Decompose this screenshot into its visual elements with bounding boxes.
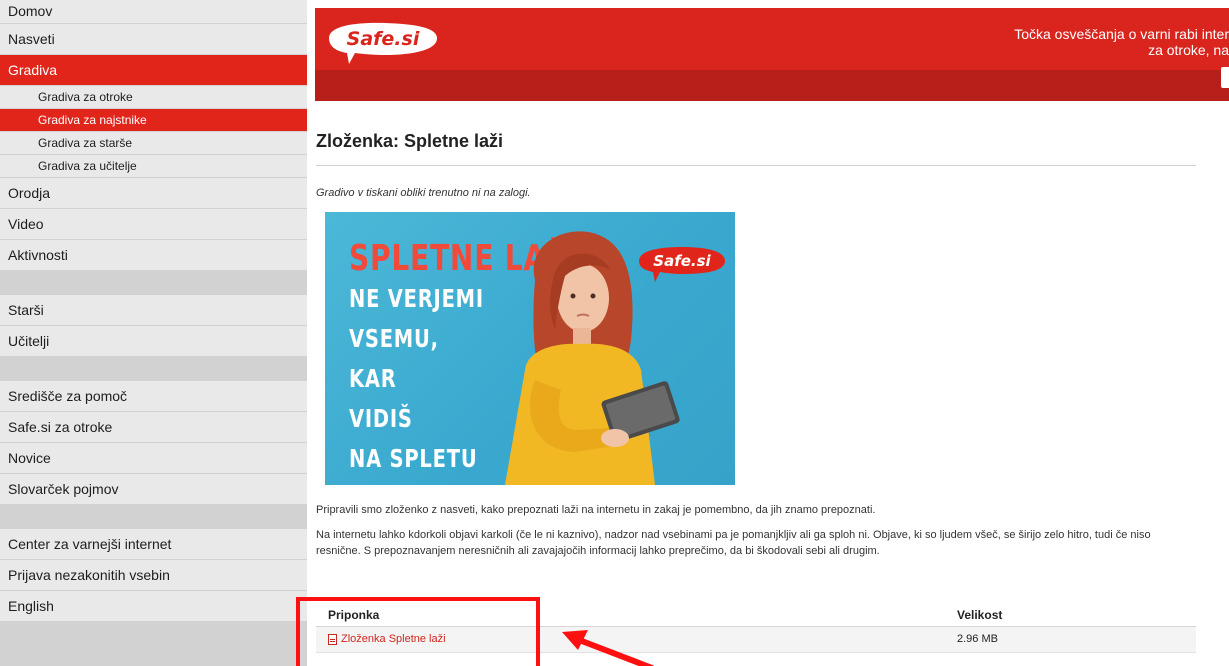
site-header: Safe.si Točka osveščanja o varni rabi in… xyxy=(315,8,1229,101)
sidebar-item-prijava-nezakonitih-vsebin[interactable]: Prijava nezakonitih vsebin xyxy=(0,560,307,591)
sidebar-item-safe-si-za-otroke[interactable]: Safe.si za otroke xyxy=(0,412,307,443)
tagline-line-2: za otroke, na xyxy=(1148,42,1229,58)
sidebar-item-slovarcek-pojmov[interactable]: Slovarček pojmov xyxy=(0,474,307,505)
sidebar-subitem-gradiva-za-otroke[interactable]: Gradiva za otroke xyxy=(0,86,307,109)
promo-image: SPLETNE LAŽI NE VERJEMI VSEMU, KAR VIDIŠ… xyxy=(325,212,735,485)
body-paragraph: Na internetu lahko kdorkoli objavi karko… xyxy=(316,529,1151,557)
tagline-line-1: Točka osveščanja o varni rabi inter xyxy=(1014,26,1229,42)
sidebar-item-gradiva[interactable]: Gradiva xyxy=(0,55,307,86)
logo-text: Safe.si xyxy=(347,28,420,50)
sidebar-item-nasveti[interactable]: Nasveti xyxy=(0,24,307,55)
sidebar-item-ucitelji[interactable]: Učitelji xyxy=(0,326,307,357)
highlight-box-annotation xyxy=(296,597,540,666)
sidebar-item-center-za-varnejsi-internet[interactable]: Center za varnejši internet xyxy=(0,529,307,560)
sidebar-item-english[interactable]: English xyxy=(0,591,307,622)
sidebar-subitem-gradiva-za-starse[interactable]: Gradiva za starše xyxy=(0,132,307,155)
title-divider xyxy=(316,165,1196,166)
stock-note: Gradivo v tiskani obliki trenutno ni na … xyxy=(316,187,531,199)
header-toolbar xyxy=(315,70,1229,101)
sidebar-nav: Domov Nasveti Gradiva Gradiva za otroke … xyxy=(0,0,307,666)
sidebar-separator xyxy=(0,357,307,381)
promo-line: VIDIŠ xyxy=(349,404,413,433)
sidebar-item-sredisce-za-pomoc[interactable]: Središče za pomoč xyxy=(0,381,307,412)
sidebar-item-starsi[interactable]: Starši xyxy=(0,295,307,326)
promo-line: NA SPLETU xyxy=(349,444,478,473)
header-tagline: Točka osveščanja o varni rabi inter za o… xyxy=(979,26,1229,58)
promo-line: KAR xyxy=(349,364,397,393)
sidebar-separator xyxy=(0,505,307,529)
col-header-velikost: Velikost xyxy=(957,608,1003,622)
safe-si-logo[interactable]: Safe.si xyxy=(325,20,441,66)
promo-safe-si-logo: Safe.si xyxy=(639,247,725,282)
promo-logo-text: Safe.si xyxy=(653,252,711,270)
sidebar-subitem-gradiva-za-ucitelje[interactable]: Gradiva za učitelje xyxy=(0,155,307,178)
promo-line: NE VERJEMI xyxy=(349,284,484,313)
search-input[interactable] xyxy=(1221,67,1229,88)
sidebar-item-domov[interactable]: Domov xyxy=(0,0,307,24)
sidebar-item-aktivnosti[interactable]: Aktivnosti xyxy=(0,240,307,271)
sidebar-item-novice[interactable]: Novice xyxy=(0,443,307,474)
red-arrow-annotation xyxy=(562,630,655,666)
sidebar-item-video[interactable]: Video xyxy=(0,209,307,240)
attachment-size-cell: 2.96 MB xyxy=(957,633,998,645)
sidebar-item-orodja[interactable]: Orodja xyxy=(0,178,307,209)
sidebar-subitem-gradiva-za-najstnike[interactable]: Gradiva za najstnike xyxy=(0,109,307,132)
intro-paragraph: Pripravili smo zloženko z nasveti, kako … xyxy=(316,504,876,516)
header-banner: Safe.si Točka osveščanja o varni rabi in… xyxy=(315,8,1229,70)
page-title: Zloženka: Spletne laži xyxy=(316,131,504,151)
promo-line: VSEMU, xyxy=(349,324,439,353)
sidebar-separator xyxy=(0,271,307,295)
